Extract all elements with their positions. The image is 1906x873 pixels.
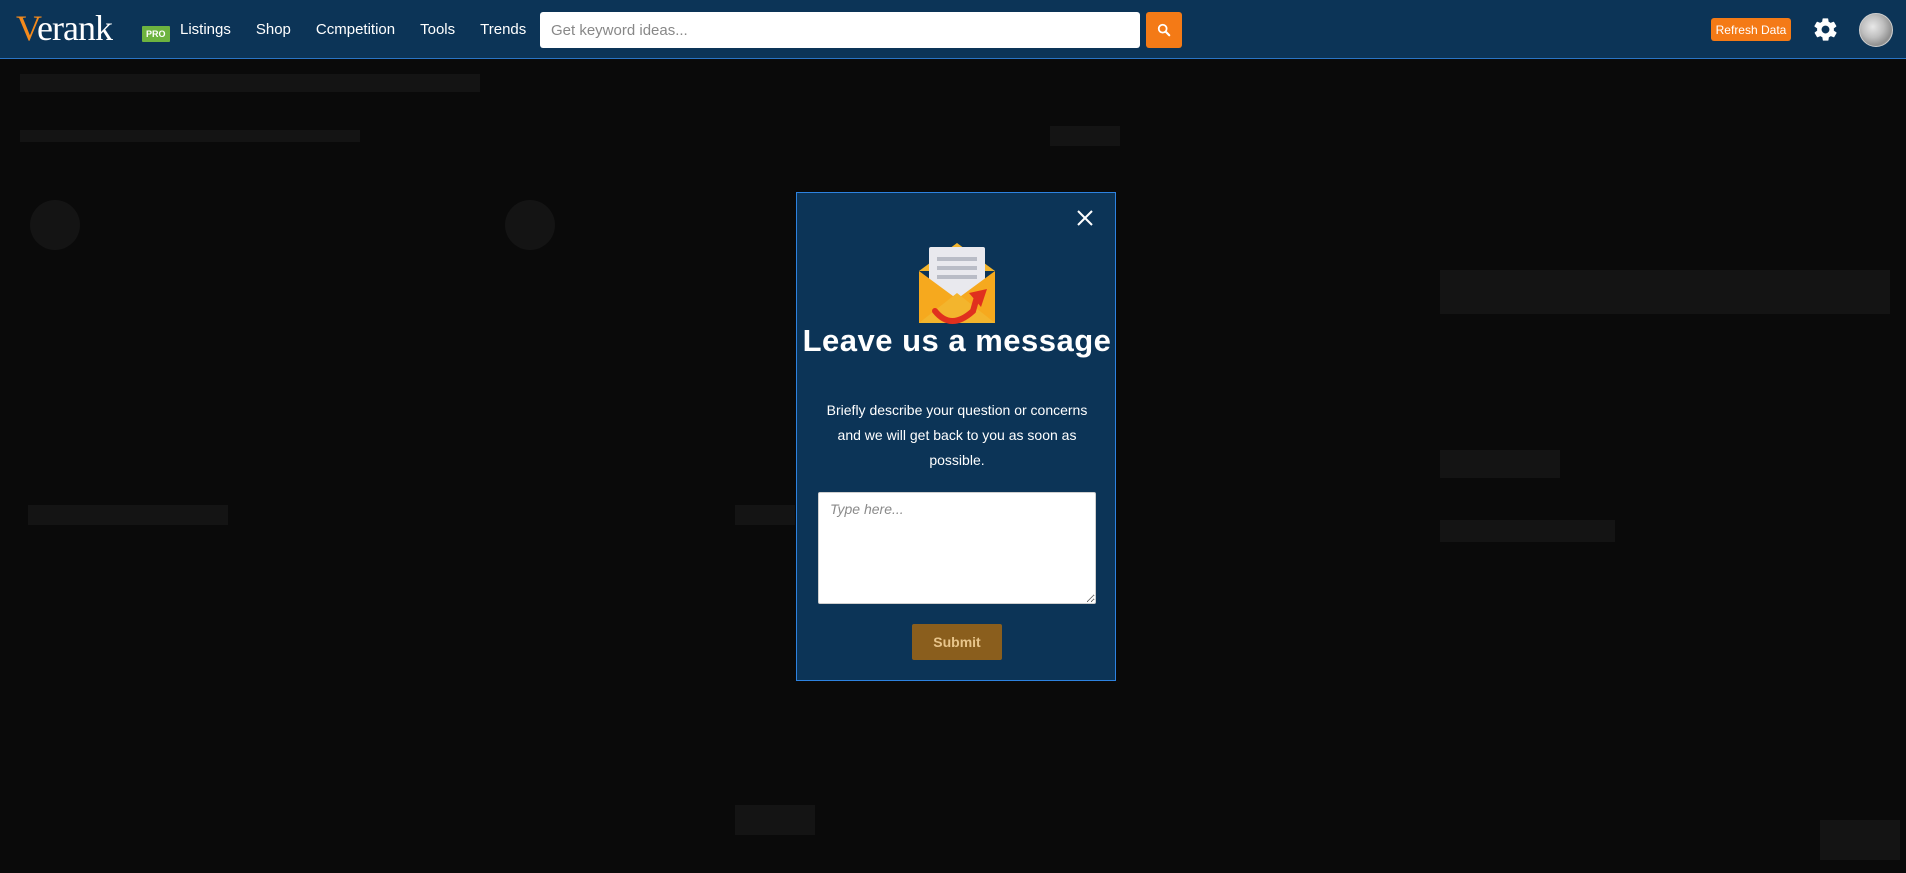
refresh-data-button[interactable]: Refresh Data: [1711, 18, 1791, 41]
nav-listings[interactable]: Listings: [180, 21, 231, 38]
close-button[interactable]: [1074, 207, 1096, 229]
nav-shop[interactable]: Shop: [256, 21, 291, 38]
ghost-button: [735, 805, 815, 835]
modal-description: Briefly describe your question or concer…: [826, 402, 1088, 468]
ghost-button: [1820, 820, 1900, 860]
nav-tools[interactable]: Tools: [420, 21, 455, 38]
gear-icon[interactable]: [1812, 16, 1839, 43]
user-avatar[interactable]: [1859, 13, 1893, 47]
ghost-button: [1440, 450, 1560, 478]
pro-badge: PRO: [142, 26, 170, 42]
top-navbar: Verank PRO Listings Shop Ccmpetition Too…: [0, 0, 1906, 59]
main-nav: Listings Shop Ccmpetition Tools Trends: [180, 0, 551, 59]
message-textarea[interactable]: [818, 492, 1096, 604]
modal-title: Leave us a message: [802, 323, 1112, 358]
leave-message-modal: Leave us a message Briefly describe your…: [796, 192, 1116, 681]
erank-logo[interactable]: Verank PRO: [14, 6, 170, 48]
submit-button[interactable]: Submit: [912, 624, 1002, 660]
nav-competition[interactable]: Ccmpetition: [316, 21, 395, 38]
ghost-section-title: [28, 505, 228, 525]
ghost-section-title: [735, 505, 795, 525]
ghost-button: [1050, 126, 1120, 146]
search-icon: [1157, 23, 1171, 37]
ghost-panel: [1440, 270, 1890, 314]
close-icon: [1077, 210, 1093, 226]
ghost-stat-circle: [505, 200, 555, 250]
ghost-section-title: [1440, 520, 1615, 542]
envelope-icon: [919, 243, 995, 324]
logo-text: erank: [37, 8, 113, 48]
ghost-subtitle: [20, 130, 360, 142]
logo-initial: V: [16, 8, 38, 48]
ghost-page-title: [20, 74, 480, 92]
nav-trends[interactable]: Trends: [480, 21, 526, 38]
search-button[interactable]: [1146, 12, 1182, 48]
keyword-search-input[interactable]: [540, 12, 1140, 48]
ghost-stat-circle: [30, 200, 80, 250]
